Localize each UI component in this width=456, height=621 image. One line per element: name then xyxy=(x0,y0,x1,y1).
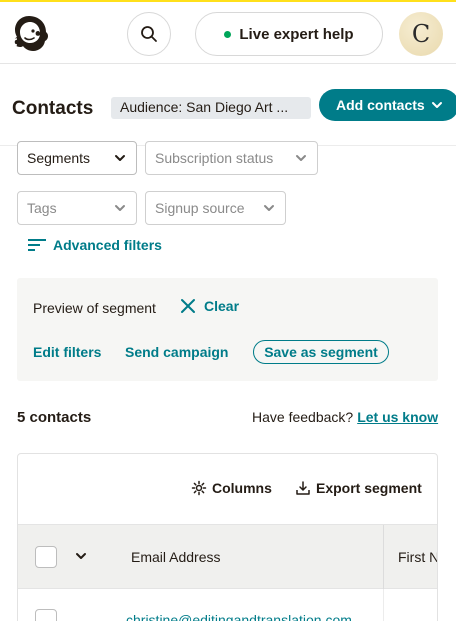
clear-button[interactable]: Clear xyxy=(180,298,239,314)
filter-lines-icon xyxy=(28,239,46,251)
advanced-filters-label: Advanced filters xyxy=(53,237,162,253)
column-header-first-name[interactable]: First N xyxy=(398,549,437,565)
row-checkbox[interactable] xyxy=(35,609,57,621)
select-all-checkbox[interactable] xyxy=(35,546,57,568)
columns-label: Columns xyxy=(212,480,272,496)
column-header-email[interactable]: Email Address xyxy=(131,549,220,565)
segments-select[interactable]: Segments xyxy=(17,141,137,175)
page-title: Contacts xyxy=(12,98,94,119)
top-bar: Live expert help C xyxy=(0,0,456,64)
live-expert-help-label: Live expert help xyxy=(239,25,354,43)
edit-filters-link[interactable]: Edit filters xyxy=(33,344,101,360)
chevron-down-icon xyxy=(296,155,306,161)
chevron-down-icon xyxy=(264,205,274,211)
close-icon xyxy=(181,299,195,313)
chevron-down-icon xyxy=(115,205,125,211)
chevron-down-icon xyxy=(76,553,86,559)
chevron-down-icon xyxy=(431,102,442,108)
feedback-link[interactable]: Let us know xyxy=(357,409,438,425)
gear-icon xyxy=(191,480,207,496)
chevron-down-icon xyxy=(115,155,125,161)
subscription-status-select[interactable]: Subscription status xyxy=(145,141,318,175)
search-icon xyxy=(141,26,157,42)
column-divider xyxy=(383,525,384,590)
advanced-filters-link[interactable]: Advanced filters xyxy=(27,237,162,253)
contacts-count: 5 contacts xyxy=(17,409,92,426)
live-expert-help-button[interactable]: Live expert help xyxy=(195,12,383,56)
add-contacts-label: Add contacts xyxy=(336,97,425,113)
send-campaign-link[interactable]: Send campaign xyxy=(125,344,228,360)
column-divider xyxy=(383,589,384,621)
export-segment-button[interactable]: Export segment xyxy=(295,480,422,496)
online-status-dot xyxy=(224,30,232,38)
signup-source-label: Signup source xyxy=(155,200,245,216)
feedback-prompt: Have feedback? Let us know xyxy=(252,409,438,425)
save-as-segment-button[interactable]: Save as segment xyxy=(253,340,389,364)
tags-select-label: Tags xyxy=(27,200,57,216)
audience-selector[interactable]: Audience: San Diego Art ... xyxy=(111,97,311,119)
subscription-status-label: Subscription status xyxy=(155,150,274,166)
table-header: Email Address First N xyxy=(18,524,437,590)
add-contacts-button[interactable]: Add contacts xyxy=(319,89,456,121)
table-toolbar: Columns Export segment xyxy=(18,454,437,524)
search-button[interactable] xyxy=(127,12,171,56)
select-options-dropdown[interactable] xyxy=(74,549,88,568)
segment-preview-panel: Preview of segment Clear Edit filters Se… xyxy=(17,278,438,381)
segments-select-label: Segments xyxy=(27,150,91,166)
signup-source-select[interactable]: Signup source xyxy=(145,191,286,225)
columns-button[interactable]: Columns xyxy=(191,480,272,496)
avatar-initial: C xyxy=(411,20,431,48)
export-segment-label: Export segment xyxy=(316,480,422,496)
feedback-text: Have feedback? xyxy=(252,409,354,425)
contacts-table: Columns Export segment Email Address Fir… xyxy=(17,453,438,621)
avatar[interactable]: C xyxy=(399,12,443,56)
tags-select[interactable]: Tags xyxy=(17,191,137,225)
mailchimp-freddie-icon[interactable] xyxy=(8,12,50,54)
contact-email-link[interactable]: christine@editingandtranslation.com xyxy=(126,612,352,621)
preview-label: Preview of segment xyxy=(33,300,156,316)
download-icon xyxy=(296,481,310,495)
page-header: Contacts Audience: San Diego Art ... Add… xyxy=(0,64,456,146)
clear-label: Clear xyxy=(204,298,240,314)
